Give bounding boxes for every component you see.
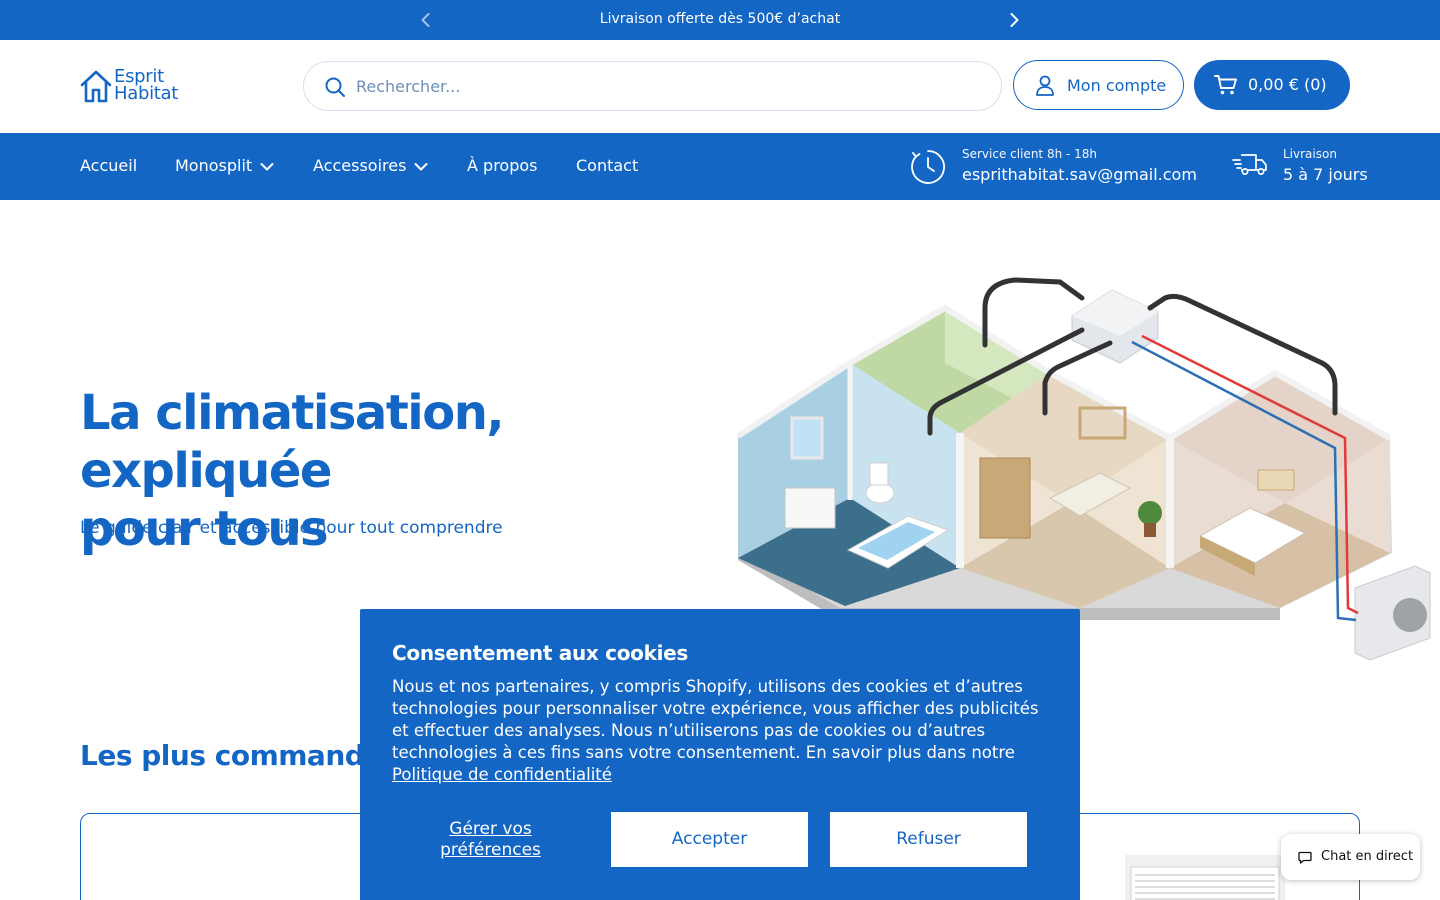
delivery-value: 5 à 7 jours [1283, 165, 1368, 184]
account-label: Mon compte [1067, 76, 1167, 95]
cart-icon [1214, 74, 1238, 96]
nav-item-accessoires[interactable]: Accessoires [313, 156, 428, 175]
nav-item-label: Accessoires [313, 156, 407, 175]
announcement-text: Livraison offerte dès 500€ d’achat [599, 11, 841, 27]
search-input[interactable] [356, 70, 976, 102]
accept-button[interactable]: Accepter [611, 812, 808, 867]
nav-item-monosplit[interactable]: Monosplit [175, 156, 274, 175]
user-icon [1035, 75, 1055, 96]
live-chat-button[interactable]: Chat en direct [1281, 834, 1420, 880]
service-email[interactable]: esprithabitat.sav@gmail.com [962, 165, 1197, 184]
nav-item-label: Monosplit [175, 156, 253, 175]
announcement-bar: Livraison offerte dès 500€ d’achat [0, 0, 1440, 40]
cart-button[interactable]: 0,00 € (0) [1194, 60, 1350, 110]
search-bar [303, 61, 1002, 111]
chevron-down-icon [414, 162, 428, 172]
nav-item-label: À propos [467, 156, 538, 175]
nav-item-label: Accueil [80, 156, 138, 175]
chat-label: Chat en direct [1321, 849, 1414, 864]
service-label: Service client 8h - 18h [962, 147, 1098, 161]
house-cutaway-illustration [736, 277, 1431, 661]
chat-bubble-icon [1298, 851, 1312, 864]
search-icon[interactable] [324, 76, 346, 98]
product-image [1125, 855, 1285, 900]
chevron-right-icon[interactable] [1004, 10, 1024, 30]
cookie-banner: Consentement aux cookies Nous et nos par… [360, 609, 1080, 900]
house-logo-icon [80, 70, 112, 103]
nav-item-accueil[interactable]: Accueil [80, 156, 137, 175]
account-button[interactable]: Mon compte [1013, 60, 1184, 110]
section-title: Les plus commandés [80, 739, 399, 772]
clock-icon [910, 149, 946, 185]
nav-item-contact[interactable]: Contact [576, 156, 638, 175]
logo-line-2: Habitat [114, 83, 179, 104]
manage-preferences-link[interactable]: Gérer vos préférences [412, 819, 569, 861]
cookie-body: Nous et nos partenaires, y compris Shopi… [392, 676, 1052, 786]
delivery-label: Livraison [1283, 147, 1337, 161]
nav-item-a-propos[interactable]: À propos [467, 156, 537, 175]
nav-item-label: Contact [576, 156, 639, 175]
main-nav: Accueil Monosplit Accessoires À propos C… [0, 133, 1440, 200]
site-header: Esprit Habitat Mon compte 0,00 € (0) [0, 40, 1440, 133]
cookie-title: Consentement aux cookies [392, 641, 689, 665]
logo-text: Esprit Habitat [114, 68, 179, 104]
cart-total: 0,00 € (0) [1248, 75, 1327, 94]
logo[interactable]: Esprit Habitat [80, 68, 190, 106]
delivery-truck-icon [1232, 149, 1268, 179]
hero-title-line-1: La climatisation, expliquée [80, 385, 505, 499]
chevron-down-icon [260, 162, 274, 172]
refuse-button[interactable]: Refuser [830, 812, 1027, 867]
hero-subtitle: Le guide clair et accessible pour tout c… [80, 518, 503, 538]
privacy-policy-link[interactable]: Politique de confidentialité [392, 765, 612, 784]
cookie-text: Nous et nos partenaires, y compris Shopi… [392, 677, 1039, 762]
